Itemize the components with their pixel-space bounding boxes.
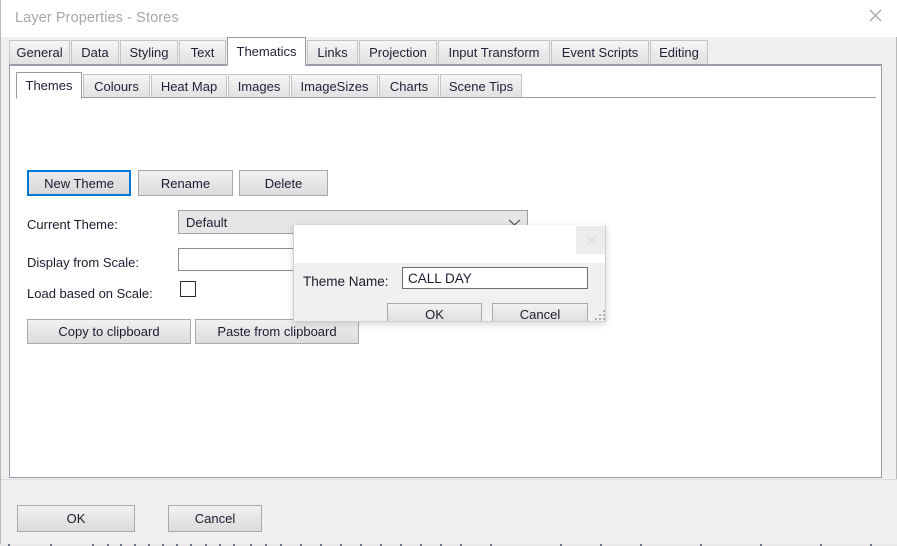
load-based-on-scale-checkbox[interactable] [180, 281, 196, 297]
close-glyph [869, 9, 882, 22]
new-theme-button[interactable]: New Theme [27, 170, 131, 196]
tab-general[interactable]: General [9, 40, 70, 65]
theme-name-label: Theme Name: [303, 274, 389, 289]
outer-tabstrip: General Data Styling Text Thematics Link… [1, 37, 897, 65]
tab-colours[interactable]: Colours [83, 74, 150, 98]
load-based-on-scale-label: Load based on Scale: [27, 286, 153, 301]
inner-tabstrip: Themes Colours Heat Map Images ImageSize… [16, 72, 876, 98]
tab-charts[interactable]: Charts [379, 74, 439, 98]
tab-styling[interactable]: Styling [120, 40, 178, 65]
close-icon[interactable] [576, 226, 606, 254]
tab-data[interactable]: Data [71, 40, 119, 65]
theme-name-dialog: Theme Name: CALL DAY OK Cancel [293, 225, 606, 322]
tab-heat-map[interactable]: Heat Map [151, 74, 227, 98]
display-from-scale-label: Display from Scale: [27, 255, 139, 270]
window-title: Layer Properties - Stores [15, 10, 179, 26]
tab-thematics[interactable]: Thematics [227, 37, 306, 66]
cancel-button[interactable]: Cancel [168, 505, 262, 532]
copy-to-clipboard-button[interactable]: Copy to clipboard [27, 319, 191, 344]
tab-themes[interactable]: Themes [16, 72, 82, 99]
tab-editing[interactable]: Editing [650, 40, 708, 65]
current-theme-label: Current Theme: [27, 217, 118, 232]
delete-button[interactable]: Delete [239, 170, 328, 196]
dialog-cancel-button[interactable]: Cancel [492, 303, 588, 322]
theme-name-input[interactable]: CALL DAY [402, 267, 588, 289]
ok-button[interactable]: OK [17, 505, 135, 532]
close-glyph [586, 235, 597, 246]
resize-grip-icon[interactable] [593, 308, 605, 320]
close-icon[interactable] [852, 0, 897, 30]
tab-event-scripts[interactable]: Event Scripts [551, 40, 649, 65]
window-titlebar: Layer Properties - Stores [1, 0, 897, 37]
tab-scene-tips[interactable]: Scene Tips [440, 74, 522, 98]
dialog-ok-button[interactable]: OK [387, 303, 482, 322]
rename-button[interactable]: Rename [138, 170, 233, 196]
paste-from-clipboard-button[interactable]: Paste from clipboard [195, 319, 359, 344]
layer-properties-window: Layer Properties - Stores General Data S… [0, 0, 897, 546]
tab-projection[interactable]: Projection [359, 40, 437, 65]
dialog-body: Theme Name: CALL DAY OK Cancel [294, 263, 606, 322]
tab-text[interactable]: Text [179, 40, 226, 65]
dialog-titlebar [294, 225, 606, 263]
tab-images[interactable]: Images [228, 74, 290, 98]
dialog-footer: OK Cancel [1, 479, 897, 545]
tab-imagesizes[interactable]: ImageSizes [291, 74, 378, 98]
theme-name-value: CALL DAY [403, 271, 472, 286]
tab-links[interactable]: Links [307, 40, 358, 65]
tab-input-transform[interactable]: Input Transform [438, 40, 550, 65]
